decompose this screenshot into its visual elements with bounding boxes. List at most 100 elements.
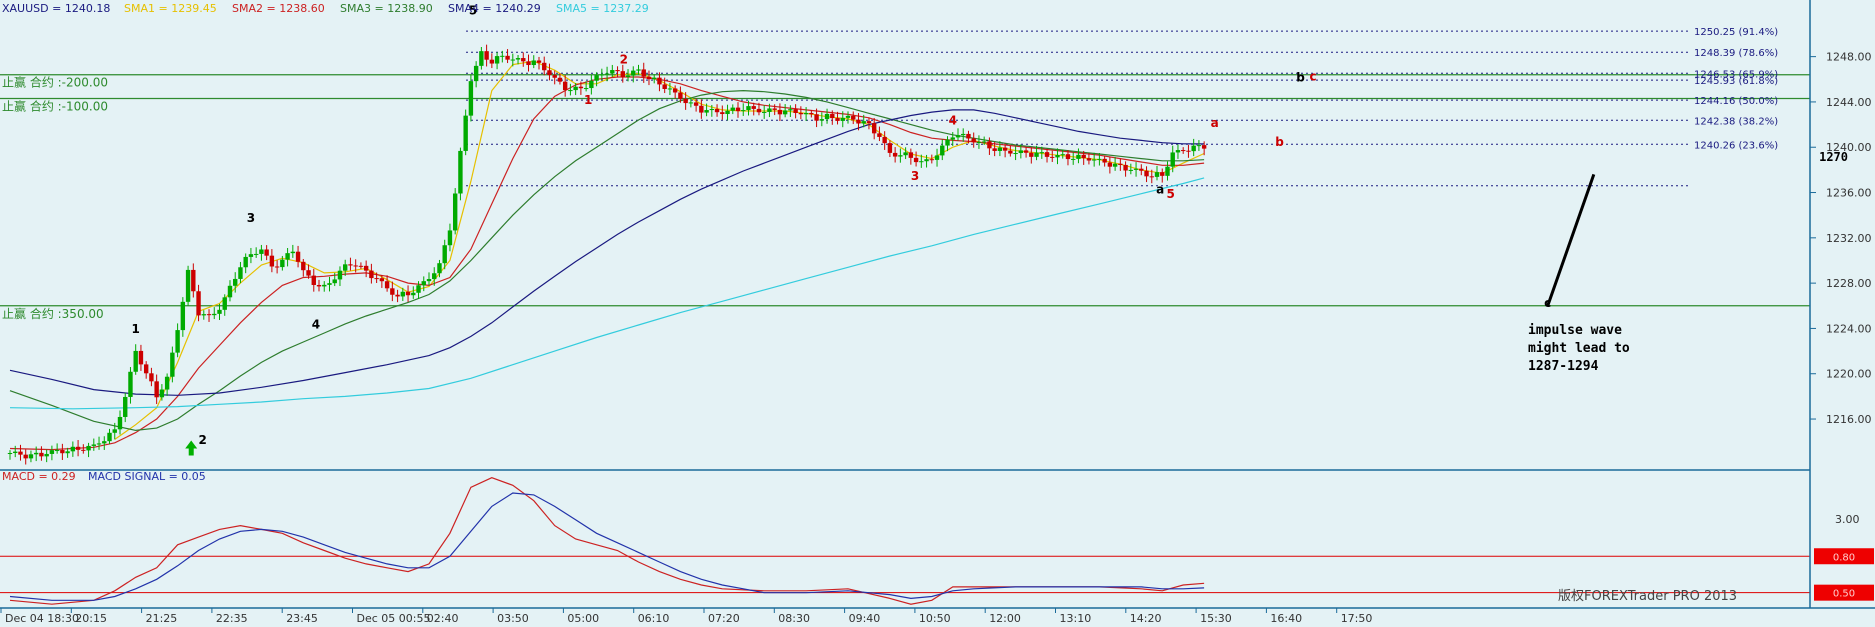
candle-body (562, 81, 568, 91)
candle-body (1175, 150, 1181, 153)
macd-upper-badge: 0.80 (1814, 548, 1874, 565)
candle-body (929, 159, 934, 161)
candle-body (604, 73, 610, 75)
candle-body (316, 284, 322, 287)
candle-body (264, 249, 269, 256)
x-tick-label-3: 22:35 (216, 612, 248, 625)
stop-label-2: 止赢 合约 :350.00 (2, 306, 104, 321)
candle-body (1139, 168, 1144, 171)
candle-body (730, 107, 735, 111)
candle-body (411, 292, 416, 296)
candle-body (1102, 158, 1107, 163)
candle-body (70, 446, 76, 452)
candle-body (1029, 152, 1034, 157)
candle-body (149, 373, 154, 382)
candle-body (233, 278, 238, 286)
candle-body (1034, 152, 1039, 157)
candle-body (578, 86, 584, 89)
candle-body (96, 443, 102, 445)
candle-body (599, 74, 605, 76)
x-tick-label-10: 07:20 (708, 612, 740, 625)
candle-body (175, 330, 180, 353)
candle-body (337, 270, 343, 280)
candle-body (589, 80, 594, 89)
legend-sma1: SMA1 = 1239.45 (124, 2, 217, 15)
candle-body (13, 451, 18, 454)
candle-body (212, 313, 217, 316)
candle-body (772, 108, 777, 110)
candle-body (180, 301, 186, 331)
candle-body (327, 283, 332, 285)
candle-body (489, 59, 495, 64)
candle-body (510, 59, 515, 61)
candle-body (248, 254, 254, 257)
candle-body (159, 389, 165, 398)
candle-body (484, 51, 489, 60)
candle-body (981, 141, 987, 143)
candle-body (442, 245, 447, 264)
candle-body (568, 90, 573, 92)
candle-body (363, 265, 369, 271)
candle-body (542, 62, 547, 71)
candle-body (809, 112, 814, 115)
candle-body (646, 76, 652, 80)
candle-body (479, 51, 484, 66)
candle-body (913, 157, 919, 163)
stop-label-0: 止赢 合约 :-200.00 (2, 75, 108, 90)
candle-body (835, 118, 840, 121)
candle-body (751, 106, 756, 109)
candle-body (1076, 154, 1081, 159)
x-tick-label-14: 12:00 (989, 612, 1021, 625)
candle-body (196, 291, 201, 316)
candle-body (222, 297, 227, 310)
wave-label-10: 5 (1166, 187, 1174, 201)
x-tick-label-7: 03:50 (497, 612, 529, 625)
candle-body (463, 115, 468, 151)
candle-body (1170, 152, 1175, 167)
y-tick-label-0: 1248.00 (1826, 51, 1872, 64)
macd-lower-badge: 0.50 (1814, 584, 1874, 601)
candle-body (311, 275, 316, 285)
candle-body (1060, 154, 1065, 156)
candle-body (1018, 150, 1024, 154)
candle-body (866, 121, 872, 124)
candle-body (746, 106, 751, 111)
candle-body (33, 452, 39, 455)
fib-label-3: 1245.93 (61.8%) (1694, 76, 1778, 87)
candle-body (714, 109, 720, 113)
candle-body (652, 77, 657, 80)
candle-body (390, 288, 395, 295)
candle-body (81, 449, 86, 451)
candle-body (735, 107, 741, 112)
candle-body (782, 110, 788, 115)
candle-body (851, 115, 856, 120)
x-tick-label-15: 13:10 (1060, 612, 1092, 625)
candle-body (631, 70, 636, 76)
macd-upper-badge-text: 0.80 (1833, 552, 1855, 563)
candle-body (1160, 172, 1165, 176)
x-tick-label-13: 10:50 (919, 612, 951, 625)
stop-label-1: 止赢 合约 :-100.00 (2, 99, 108, 114)
candle-body (861, 121, 866, 124)
candle-body (1112, 163, 1118, 167)
candle-body (526, 61, 531, 66)
candle-body (625, 75, 631, 77)
candle-body (1013, 153, 1018, 155)
candle-body (1149, 176, 1154, 178)
candle-body (615, 70, 620, 72)
candle-body (280, 259, 285, 268)
candle-body (133, 350, 138, 372)
candle-body (1023, 150, 1029, 153)
candle-body (65, 451, 70, 454)
fib-label-0: 1250.25 (91.4%) (1694, 27, 1778, 38)
fib-label-6: 1240.26 (23.6%) (1694, 140, 1778, 151)
candle-body (961, 133, 966, 136)
candle-body (18, 451, 23, 455)
candle-body (814, 114, 819, 121)
watermark: 版权FOREXTrader PRO 2013 (1558, 588, 1737, 604)
candle-body (75, 446, 81, 450)
candle-body (217, 309, 222, 314)
candle-body (1118, 163, 1123, 165)
x-tick-label-17: 15:30 (1200, 612, 1232, 625)
candle-body (1133, 168, 1139, 170)
